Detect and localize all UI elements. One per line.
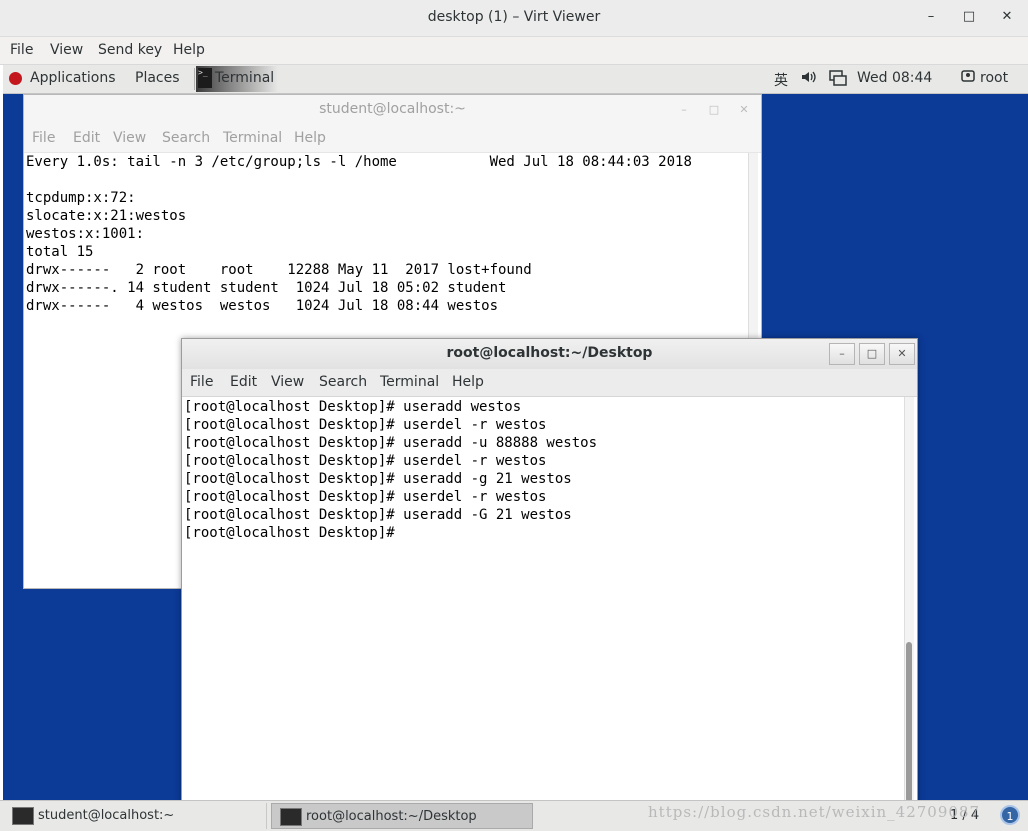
menu-file[interactable]: File [190,374,213,390]
redhat-logo-icon [9,72,22,85]
output-line: Every 1.0s: tail -n 3 /etc/group;ls -l /… [26,154,692,170]
network-icon[interactable] [829,70,847,90]
close-button[interactable]: ✕ [889,343,915,365]
window-menubar: File Edit View Search Terminal Help [182,369,917,397]
output-line: [root@localhost Desktop]# useradd westos [184,399,522,415]
menu-terminal[interactable]: Terminal [380,374,439,390]
menu-view[interactable]: View [113,130,146,146]
window-menubar: File Edit View Search Terminal Help [24,125,761,153]
menu-terminal[interactable]: Terminal [223,130,282,146]
output-line: drwx------. 14 student student 1024 Jul … [26,280,507,296]
output-line: [root@localhost Desktop]# useradd -u 888… [184,435,598,451]
output-line: [root@localhost Desktop]# userdel -r wes… [184,489,547,505]
viewer-close-button[interactable]: ✕ [997,8,1017,26]
task-button-student[interactable]: student@localhost:~ [4,803,267,829]
output-line: [root@localhost Desktop]# userdel -r wes… [184,417,547,433]
user-icon[interactable] [961,70,975,86]
viewer-titlebar: desktop (1) – Virt Viewer – □ ✕ [0,0,1028,37]
viewer-menubar: File View Send key Help [0,37,1028,65]
viewer-minimize-button[interactable]: – [921,8,941,26]
window-title: root@localhost:~/Desktop [446,345,653,361]
maximize-button[interactable]: □ [706,101,722,119]
clock[interactable]: Wed 08:44 [857,70,932,86]
viewer-menu-view[interactable]: View [50,42,83,58]
output-line: [root@localhost Desktop]# useradd -g 21 … [184,471,572,487]
terminal-icon [12,807,34,825]
output-line: total 15 [26,244,94,260]
menu-search[interactable]: Search [162,130,210,146]
menu-edit[interactable]: Edit [230,374,257,390]
task-label: root@localhost:~/Desktop [306,809,477,824]
menu-search[interactable]: Search [319,374,367,390]
notification-badge[interactable]: 1 [1000,805,1020,825]
terminal-app-label[interactable]: Terminal [215,70,274,86]
task-button-root[interactable]: root@localhost:~/Desktop [271,803,533,829]
terminal-output[interactable]: Every 1.0s: tail -n 3 /etc/group;ls -l /… [26,153,692,315]
topbar-divider [194,68,195,90]
menu-edit[interactable]: Edit [73,130,100,146]
guest-desktop: Applications Places >_ Terminal 英 Wed 08… [3,65,1028,800]
terminal-icon: >_ [198,68,212,88]
terminal-window-root[interactable]: root@localhost:~/Desktop – □ ✕ File Edit… [181,338,918,800]
menu-help[interactable]: Help [294,130,326,146]
scrollbar-thumb[interactable] [906,642,912,800]
output-line: westos:x:1001: [26,226,145,242]
output-line: [root@localhost Desktop]# userdel -r wes… [184,453,547,469]
menu-help[interactable]: Help [452,374,484,390]
window-titlebar[interactable]: student@localhost:~ – □ ✕ [24,95,761,126]
places-menu[interactable]: Places [135,70,180,86]
menu-file[interactable]: File [32,130,55,146]
applications-menu[interactable]: Applications [30,70,116,86]
output-line: drwx------ 2 root root 12288 May 11 2017… [26,262,532,278]
viewer-menu-send-key[interactable]: Send key [98,42,162,58]
close-button[interactable]: ✕ [736,101,752,119]
output-line: [root@localhost Desktop]# useradd -G 21 … [184,507,572,523]
viewer-maximize-button[interactable]: □ [959,8,979,26]
input-method-indicator[interactable]: 英 [774,70,788,90]
maximize-button[interactable]: □ [859,343,885,365]
watermark-text: https://blog.csdn.net/weixin_42709087 [648,803,981,821]
output-line: [root@localhost Desktop]# [184,525,404,541]
minimize-button[interactable]: – [676,101,692,119]
output-line: drwx------ 4 westos westos 1024 Jul 18 0… [26,298,499,314]
window-title: student@localhost:~ [319,101,466,117]
scrollbar[interactable] [904,397,914,800]
task-label: student@localhost:~ [38,808,175,823]
terminal-icon [280,808,302,826]
minimize-button[interactable]: – [829,343,855,365]
viewer-title: desktop (1) – Virt Viewer [427,9,601,25]
terminal-output[interactable]: [root@localhost Desktop]# useradd westos… [184,398,597,542]
volume-icon[interactable] [801,70,817,88]
viewer-menu-help[interactable]: Help [173,42,205,58]
output-line: slocate:x:21:westos [26,208,187,224]
output-line: tcpdump:x:72: [26,190,136,206]
user-menu[interactable]: root [980,70,1008,86]
viewer-menu-file[interactable]: File [10,42,33,58]
window-titlebar[interactable]: root@localhost:~/Desktop – □ ✕ [182,339,917,370]
menu-view[interactable]: View [271,374,304,390]
gnome-top-bar: Applications Places >_ Terminal 英 Wed 08… [3,65,1028,94]
